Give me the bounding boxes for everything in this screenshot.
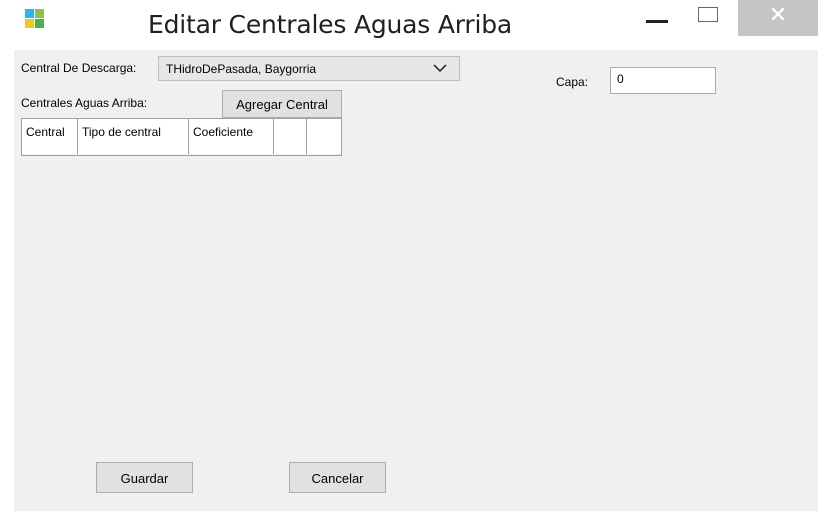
central-descarga-value: THidroDePasada, Baygorria bbox=[166, 62, 317, 76]
central-descarga-select[interactable]: THidroDePasada, Baygorria bbox=[158, 56, 460, 81]
capa-label: Capa: bbox=[556, 75, 589, 89]
chevron-down-icon bbox=[433, 64, 447, 72]
column-header-central[interactable]: Central bbox=[22, 119, 78, 154]
minimize-icon bbox=[646, 20, 668, 23]
capa-field[interactable] bbox=[610, 67, 716, 94]
app-icon-tile bbox=[35, 9, 44, 18]
cancelar-button[interactable]: Cancelar bbox=[289, 462, 386, 493]
app-icon-tile bbox=[25, 9, 34, 18]
close-icon: ✕ bbox=[768, 2, 788, 27]
title-bar: Editar Centrales Aguas Arriba ✕ bbox=[0, 0, 818, 50]
column-header-tipo-de-central[interactable]: Tipo de central bbox=[78, 119, 189, 154]
app-icon-tile bbox=[25, 19, 34, 28]
form-left-edge bbox=[0, 50, 14, 511]
capa-input[interactable] bbox=[617, 72, 712, 86]
centrales-aguas-arriba-label: Centrales Aguas Arriba: bbox=[21, 96, 148, 110]
maximize-icon bbox=[698, 7, 718, 22]
app-icon bbox=[25, 9, 45, 29]
central-descarga-label: Central De Descarga: bbox=[21, 61, 137, 75]
minimize-button[interactable] bbox=[640, 0, 686, 36]
guardar-button[interactable]: Guardar bbox=[96, 462, 193, 493]
agregar-central-button[interactable]: Agregar Central bbox=[222, 90, 342, 118]
centrales-table[interactable]: Central Tipo de central Coeficiente bbox=[21, 118, 342, 156]
window-title: Editar Centrales Aguas Arriba bbox=[148, 10, 512, 39]
maximize-button[interactable] bbox=[686, 0, 734, 36]
column-header-blank-2[interactable] bbox=[307, 119, 341, 154]
column-header-coeficiente[interactable]: Coeficiente bbox=[189, 119, 274, 154]
app-icon-tile bbox=[35, 19, 44, 28]
close-button[interactable]: ✕ bbox=[738, 0, 818, 36]
column-header-blank-1[interactable] bbox=[274, 119, 307, 154]
